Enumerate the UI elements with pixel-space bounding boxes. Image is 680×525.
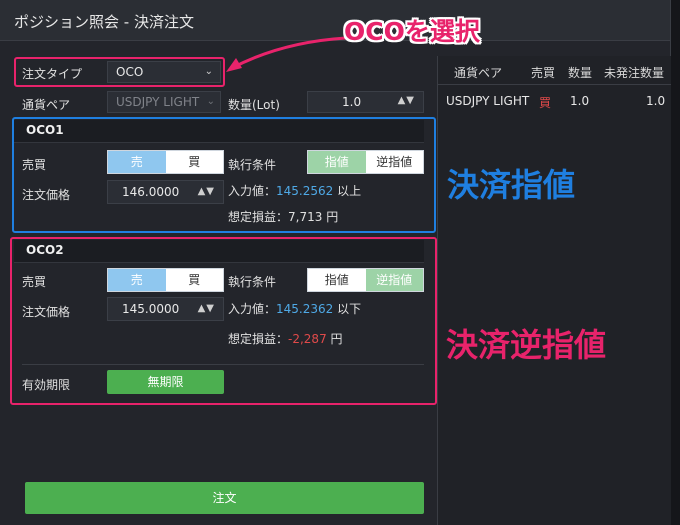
col-header-unordered: 未発注数量 [604, 66, 665, 80]
annotation-stop-close: 決済逆指値 [446, 326, 607, 364]
annotation-select-oco: OCOを選択 [344, 17, 480, 46]
row-pair: USDJPY LIGHT [446, 94, 530, 108]
row-qty: 1.0 [570, 94, 590, 108]
pair-label: 通貨ペア [22, 98, 71, 112]
annotation-arrow-icon [226, 36, 347, 72]
submit-order-button[interactable]: 注文 [25, 482, 424, 514]
qty-label: 数量(Lot) [228, 98, 280, 112]
annotation-limit-close: 決済指値 [447, 166, 576, 204]
row-unordered: 1.0 [646, 94, 666, 108]
col-header-side: 売買 [531, 66, 556, 80]
annotation-box-order-type [14, 57, 225, 87]
annotation-box-oco2 [10, 237, 437, 405]
stepper-arrows-icon[interactable]: ▲▼ [398, 95, 415, 106]
window-title: ポジション照会 - 決済注文 [14, 13, 194, 31]
row-side: 買 [539, 96, 552, 110]
header-divider [438, 84, 671, 85]
qty-stepper[interactable]: 1.0 ▲▼ [307, 91, 424, 113]
col-header-pair: 通貨ペア [454, 66, 503, 80]
pair-value: USDJPY LIGHT [116, 95, 200, 109]
background-strip [671, 0, 680, 525]
pair-select[interactable]: USDJPY LIGHT ⌄ [107, 91, 221, 113]
annotation-box-oco1 [12, 117, 436, 233]
chevron-down-icon: ⌄ [206, 96, 215, 107]
qty-value: 1.0 [342, 95, 362, 109]
position-table: 通貨ペア 売買 数量 未発注数量 USDJPY LIGHT 買 1.0 1.0 [437, 56, 671, 525]
col-header-qty: 数量 [568, 66, 593, 80]
